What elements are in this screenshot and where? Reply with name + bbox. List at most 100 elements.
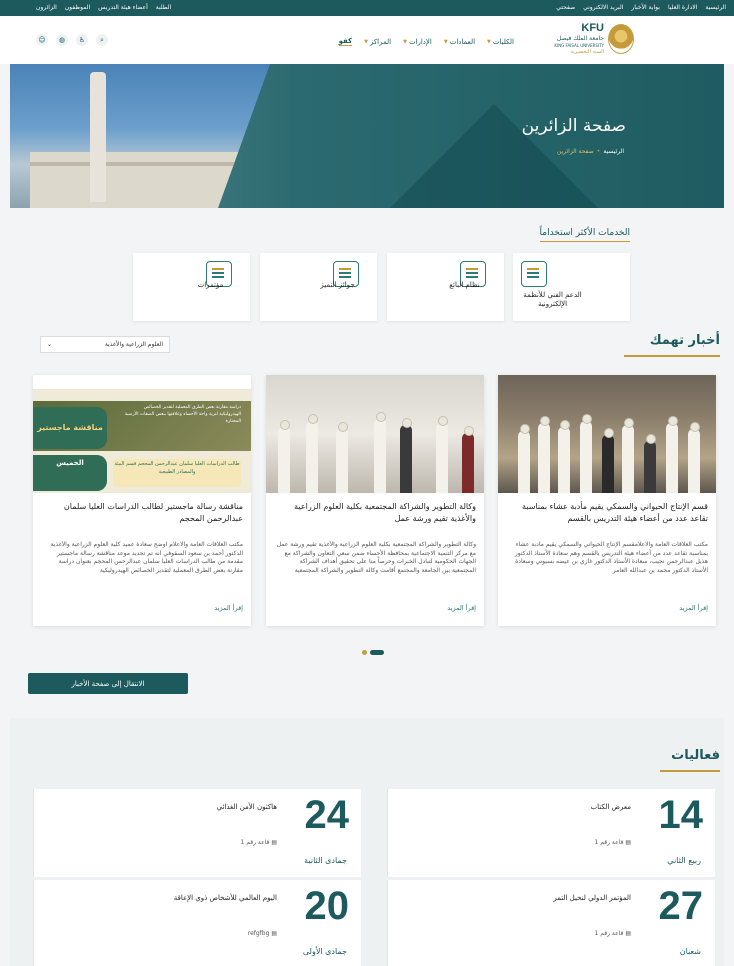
- news-poster: مناقشة ماجستير دراسة مقارنة بعض الطرق ال…: [33, 375, 251, 493]
- top-link-visitors[interactable]: الزائرون: [36, 4, 57, 11]
- events-title-underline: [660, 770, 720, 772]
- event-day: 20: [304, 884, 350, 928]
- event-card[interactable]: 20 جمادى الأولى اليوم العالمي للأشخاص ذو…: [33, 880, 361, 966]
- campus-tower: [90, 72, 106, 202]
- event-month: جمادى الأولى: [302, 947, 347, 956]
- event-card[interactable]: 24 جمادى الثانية هاكثون الأمن الغذائي ▤ …: [33, 789, 361, 877]
- site-header: KFU جامعة الملك فيصل KING FAISAL UNIVERS…: [0, 16, 734, 64]
- service-label: مؤتمرات: [197, 281, 224, 289]
- news-card[interactable]: مناقشة ماجستير دراسة مقارنة بعض الطرق ال…: [33, 375, 251, 626]
- chevron-down-icon: ⌄: [47, 341, 53, 348]
- top-link-faculty[interactable]: أعضاء هيئة التدريس: [98, 4, 148, 11]
- nav-item-colleges[interactable]: الكليات ▼: [487, 37, 514, 46]
- chevron-down-icon: ▼: [487, 38, 491, 45]
- service-card-vendor[interactable]: نظام البائع: [387, 253, 504, 321]
- poster-header: [33, 375, 251, 389]
- news-card[interactable]: قسم الإنتاج الحيواني والسمكي يقيم مأدبة …: [498, 375, 716, 626]
- event-name: المؤتمر الدولي لنخيل التمر: [553, 894, 631, 902]
- chevron-down-icon: ▼: [403, 38, 407, 45]
- chevron-down-icon: ▼: [364, 38, 368, 45]
- top-link-management[interactable]: الادارة العليا: [668, 4, 697, 11]
- breadcrumb-home[interactable]: الرئيسية: [603, 148, 624, 155]
- top-link-email[interactable]: البريد الالكتروني: [583, 4, 623, 11]
- service-label: جوائز التميز: [320, 281, 355, 289]
- building-icon: ▤: [269, 930, 277, 937]
- logo-tagline: السنة التحضيرية: [570, 49, 604, 55]
- event-name: هاكثون الأمن الغذائي: [216, 803, 277, 811]
- event-card[interactable]: 14 ربيع الثاني معرض الكتاب ▤ قاعة رقم 1: [387, 789, 715, 877]
- service-card-awards[interactable]: جوائز التميز: [260, 253, 377, 321]
- logo-name-en: KING FAISAL UNIVERSITY: [554, 43, 604, 48]
- search-icon[interactable]: ⌕: [96, 34, 108, 46]
- logo-name-ar: جامعة الملك فيصل: [556, 35, 604, 42]
- nav-label: الكليات: [492, 37, 514, 46]
- event-day: 24: [304, 793, 350, 837]
- top-link-home[interactable]: الرئيسية: [705, 4, 726, 11]
- service-card-conferences[interactable]: مؤتمرات: [133, 253, 250, 321]
- news-card-title[interactable]: قسم الإنتاج الحيواني والسمكي يقيم مأدبة …: [506, 501, 708, 535]
- event-card[interactable]: 27 شعبان المؤتمر الدولي لنخيل التمر ▤ قا…: [387, 880, 715, 966]
- event-day: 14: [658, 793, 704, 837]
- emblem-icon: [608, 24, 634, 54]
- news-card-title[interactable]: مناقشة رسالة ماجستير لطالب الدراسات العل…: [41, 501, 243, 535]
- user-icon[interactable]: ☺: [36, 34, 48, 46]
- nav-item-centers[interactable]: المراكز ▼: [364, 37, 391, 46]
- event-location-label: قاعة رقم 1: [594, 930, 624, 937]
- accessibility-icon[interactable]: ♿: [76, 34, 88, 46]
- globe-icon[interactable]: ◍: [56, 34, 68, 46]
- nav-label: الإدارات: [408, 37, 432, 46]
- event-location: ▤ قاعة رقم 1: [241, 839, 277, 846]
- page-title: صفحة الزائرين: [521, 116, 626, 136]
- read-more-link[interactable]: إقرأ المزيد: [679, 604, 708, 612]
- main-nav: الكليات ▼ العمادات ▼ الإدارات ▼ المراكز ▼ كف…: [338, 37, 514, 46]
- nav-label: المراكز: [369, 37, 392, 46]
- top-link-my-page[interactable]: صفحتي: [556, 4, 575, 11]
- select-value: العلوم الزراعية والأغذية: [104, 341, 163, 348]
- carousel-dot-active[interactable]: [370, 650, 384, 655]
- event-name: معرض الكتاب: [590, 803, 631, 811]
- event-month: ربيع الثاني: [667, 856, 701, 865]
- news-title-underline: [624, 355, 720, 357]
- service-label: الدعم الفني للأنظمة الإلكترونية: [523, 291, 582, 309]
- event-location: ▤ قاعة رقم 1: [595, 839, 631, 846]
- read-more-link[interactable]: إقرأ المزيد: [214, 604, 243, 612]
- nav-item-deanships[interactable]: العمادات ▼: [444, 37, 475, 46]
- read-more-link[interactable]: إقرأ المزيد: [447, 604, 476, 612]
- top-links-right: الرئيسية الادارة العليا بوابة الأخبار ال…: [556, 4, 726, 11]
- event-location-label: قاعة رقم 1: [240, 839, 270, 846]
- carousel-dot[interactable]: [362, 650, 367, 655]
- event-location-label: refgfbg: [247, 930, 270, 937]
- news-card-title[interactable]: وكالة التطوير والشراكة المجتمعية بكلية ا…: [274, 501, 476, 535]
- nav-item-kfu[interactable]: كفو: [338, 37, 353, 46]
- nav-item-departments[interactable]: الإدارات ▼: [403, 37, 432, 46]
- news-title: أخبار تهمك: [649, 333, 720, 348]
- event-location-label: قاعة رقم 1: [594, 839, 624, 846]
- news-card[interactable]: وكالة التطوير والشراكة المجتمعية بكلية ا…: [266, 375, 484, 626]
- news-card-body: مكتب العلاقات العامة والاعلام اوضح سعادة…: [50, 541, 243, 575]
- news-college-select[interactable]: العلوم الزراعية والأغذية ⌄: [40, 336, 170, 353]
- hero-banner: صفحة الزائرين الرئيسية•صفحة الزائرين: [10, 64, 724, 208]
- header-icons: ⌕ ♿ ◍ ☺: [36, 34, 108, 46]
- top-links-left: الطلبة أعضاء هيئة التدريس الموظفون الزائ…: [36, 4, 171, 11]
- logo-abbr: KFU: [581, 22, 604, 34]
- poster-text: دراسة مقارنة بعض الطرق المعملية لتقدير ا…: [124, 405, 241, 424]
- go-to-news-button[interactable]: الانتقال إلى صفحة الأخبار: [28, 673, 188, 694]
- news-card-body: وكالة التطوير والشراكة المجتمعية بكلية ا…: [276, 541, 476, 575]
- university-logo[interactable]: KFU جامعة الملك فيصل KING FAISAL UNIVERS…: [554, 22, 634, 58]
- event-name: اليوم العالمي للأشخاص ذوي الإعاقة: [173, 894, 277, 902]
- top-link-students[interactable]: الطلبة: [156, 4, 171, 11]
- building-icon: ▤: [623, 930, 631, 937]
- campus-photo: [10, 64, 270, 208]
- top-link-employees[interactable]: الموظفون: [65, 4, 90, 11]
- poster-student: طالب الدراسات العليا سلمان عبدالرحمن الم…: [113, 459, 241, 487]
- tools-icon: [521, 261, 547, 287]
- carousel-dots: [362, 650, 384, 655]
- poster-day: الخميس: [33, 455, 107, 491]
- nav-label: العمادات: [449, 37, 476, 46]
- service-card-tech-support[interactable]: الدعم الفني للأنظمة الإلكترونية: [513, 253, 630, 321]
- top-bar: الرئيسية الادارة العليا بوابة الأخبار ال…: [0, 0, 734, 16]
- news-photo: [266, 375, 484, 493]
- nav-label: كفو: [338, 37, 353, 46]
- event-month: جمادى الثانية: [304, 856, 347, 865]
- top-link-news-portal[interactable]: بوابة الأخبار: [631, 4, 660, 11]
